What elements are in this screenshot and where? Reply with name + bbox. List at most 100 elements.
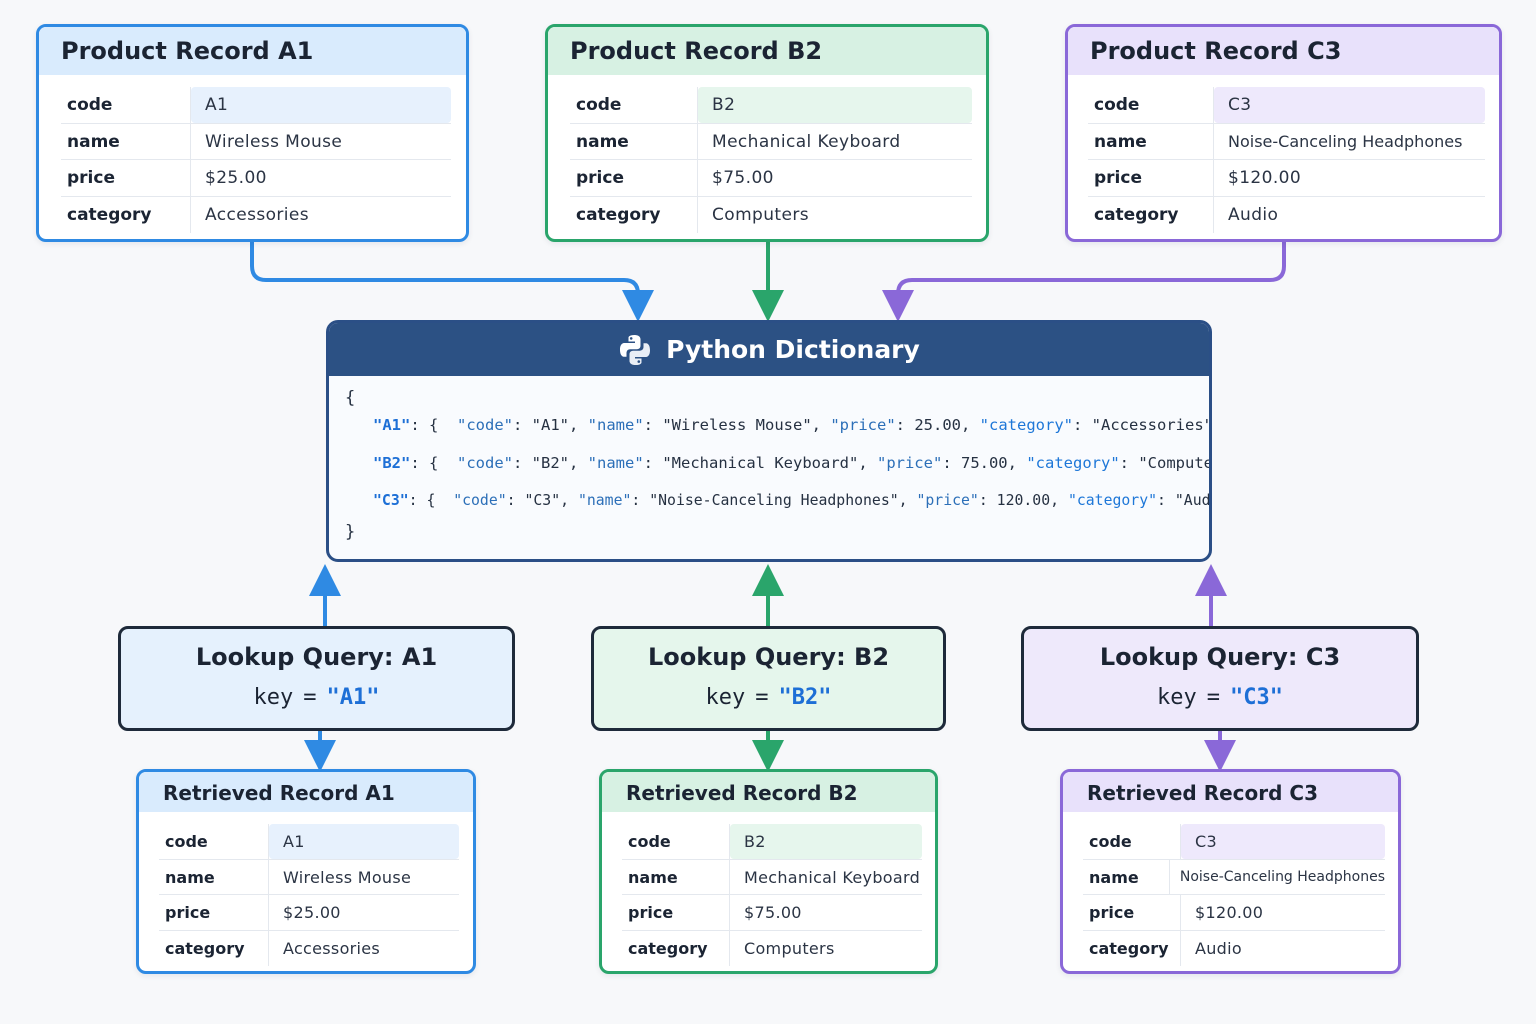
equals-sign: = xyxy=(1206,685,1220,710)
price-label: "price" xyxy=(876,454,943,472)
query-key-expression: key = "B2" xyxy=(594,685,943,710)
field-key: code xyxy=(570,87,698,123)
python-dictionary: Python Dictionary { "A1": { "code": "A1"… xyxy=(326,320,1212,562)
code-label: "code" xyxy=(453,492,507,509)
field-key: price xyxy=(1083,895,1181,930)
query-title: Lookup Query: C3 xyxy=(1099,643,1341,671)
query-title: Lookup Query: B2 xyxy=(647,643,890,671)
category-label: "category" xyxy=(1026,454,1120,472)
field-row-code: code B2 xyxy=(622,824,922,860)
field-key: price xyxy=(159,895,269,930)
equals-sign: = xyxy=(303,685,317,710)
field-row-code: code A1 xyxy=(61,87,451,124)
field-row-name: name Noise-Canceling Headphones xyxy=(1083,859,1385,895)
retrieved-record-c3: Retrieved Record C3 code C3 name Noise-Can… xyxy=(1060,769,1401,974)
entry-key: "A1" xyxy=(373,416,411,434)
code-value: "A1" xyxy=(531,416,569,434)
field-value: Audio xyxy=(1195,938,1242,958)
result-title: Retrieved Record A1 xyxy=(139,772,473,812)
field-value: C3 xyxy=(1181,824,1385,859)
field-value: $75.00 xyxy=(712,168,774,188)
field-key: category xyxy=(1083,930,1181,966)
field-key: price xyxy=(570,160,698,196)
dict-entry-c3: "C3": { "code": "C3", "name": "Noise-Can… xyxy=(373,492,1211,509)
price-value: 25.00 xyxy=(914,416,961,434)
field-row-name: name Wireless Mouse xyxy=(61,123,451,160)
field-row-price: price $120.00 xyxy=(1088,160,1485,197)
field-key: code xyxy=(1088,87,1214,123)
query-title: Lookup Query: A1 xyxy=(195,643,438,671)
key-value: "B2" xyxy=(778,685,832,710)
product-record-a1: Product Record A1 code A1 name Wireless Mo… xyxy=(36,24,469,242)
field-key: code xyxy=(61,87,191,123)
field-row-code: code A1 xyxy=(159,824,459,860)
dictionary-header: Python Dictionary xyxy=(329,323,1209,376)
code-value: "C3" xyxy=(524,492,561,509)
field-key: price xyxy=(61,160,191,196)
category-value: "Accessories" xyxy=(1091,416,1212,434)
field-key: category xyxy=(622,930,730,966)
field-value: $25.00 xyxy=(205,168,267,188)
result-title: Retrieved Record B2 xyxy=(602,772,935,812)
lookup-query-b2: Lookup Query: B2 key = "B2" xyxy=(591,626,946,731)
dict-entry-a1: "A1": { "code": "A1", "name": "Wireless … xyxy=(373,416,1212,434)
key-value: "C3" xyxy=(1230,685,1283,710)
lookup-query-c3: Lookup Query: C3 key = "C3" xyxy=(1021,626,1419,731)
field-row-price: price $75.00 xyxy=(622,895,922,931)
field-row-price: price $75.00 xyxy=(570,160,972,197)
entry-key: "B2" xyxy=(373,454,411,472)
field-row-price: price $25.00 xyxy=(61,160,451,197)
field-key: name xyxy=(570,123,698,159)
field-row-category: category Accessories xyxy=(61,196,451,233)
price-label: "price" xyxy=(916,492,979,509)
field-value: Mechanical Keyboard xyxy=(744,867,921,887)
name-value: "Noise-Canceling Headphones" xyxy=(649,492,899,509)
field-value: Computers xyxy=(712,204,809,225)
dictionary-title: Python Dictionary xyxy=(666,335,920,364)
field-value: Mechanical Keyboard xyxy=(712,131,901,152)
field-key: category xyxy=(570,196,698,233)
category-value: "Audio" xyxy=(1174,492,1211,509)
field-row-category: category Computers xyxy=(622,930,922,966)
field-key: code xyxy=(159,824,269,859)
field-row-name: name Wireless Mouse xyxy=(159,859,459,895)
product-record-b2: Product Record B2 code B2 name Mechanical … xyxy=(545,24,989,242)
field-value: Wireless Mouse xyxy=(205,131,343,152)
arrow-record-a1-to-dict xyxy=(250,242,654,322)
field-key: code xyxy=(622,824,730,859)
field-row-category: category Computers xyxy=(570,196,972,233)
field-key: price xyxy=(1088,160,1214,196)
field-value: Accessories xyxy=(205,204,310,225)
arrow-record-c3-to-dict xyxy=(882,242,1286,322)
field-row-code: code C3 xyxy=(1083,824,1385,860)
field-row-code: code C3 xyxy=(1088,87,1485,124)
product-record-c3: Product Record C3 code C3 name Noise-Cance… xyxy=(1065,24,1502,242)
field-key: category xyxy=(61,196,191,233)
diagram-canvas: Product Record A1 code A1 name Wireless Mo… xyxy=(0,0,1536,1024)
record-title: Product Record B2 xyxy=(548,27,986,75)
field-key: name xyxy=(622,859,730,894)
field-row-name: name Mechanical Keyboard xyxy=(570,123,972,160)
field-value: C3 xyxy=(1214,87,1485,123)
entry-key: "C3" xyxy=(373,492,409,509)
field-value: $25.00 xyxy=(283,903,341,922)
code-label: "code" xyxy=(457,454,513,472)
result-fields: code C3 name Noise-Canceling Headphones pr… xyxy=(1083,824,1385,966)
field-key: name xyxy=(1083,859,1170,894)
field-value: Computers xyxy=(744,938,835,958)
record-fields: code A1 name Wireless Mouse price $25.00 ca… xyxy=(61,87,451,233)
open-brace: { xyxy=(345,388,356,408)
field-row-price: price $25.00 xyxy=(159,895,459,931)
key-label: key xyxy=(1157,685,1197,710)
code-label: "code" xyxy=(457,416,513,434)
result-title: Retrieved Record C3 xyxy=(1063,772,1398,812)
field-key: name xyxy=(61,123,191,159)
name-value: "Wireless Mouse" xyxy=(662,416,812,434)
field-row-code: code B2 xyxy=(570,87,972,124)
field-row-price: price $120.00 xyxy=(1083,895,1385,931)
result-fields: code B2 name Mechanical Keyboard price $75.… xyxy=(622,824,922,966)
key-label: key xyxy=(705,685,746,710)
name-label: "name" xyxy=(577,492,632,509)
name-value: "Mechanical Keyboard" xyxy=(662,454,859,472)
key-label: key xyxy=(253,685,294,710)
